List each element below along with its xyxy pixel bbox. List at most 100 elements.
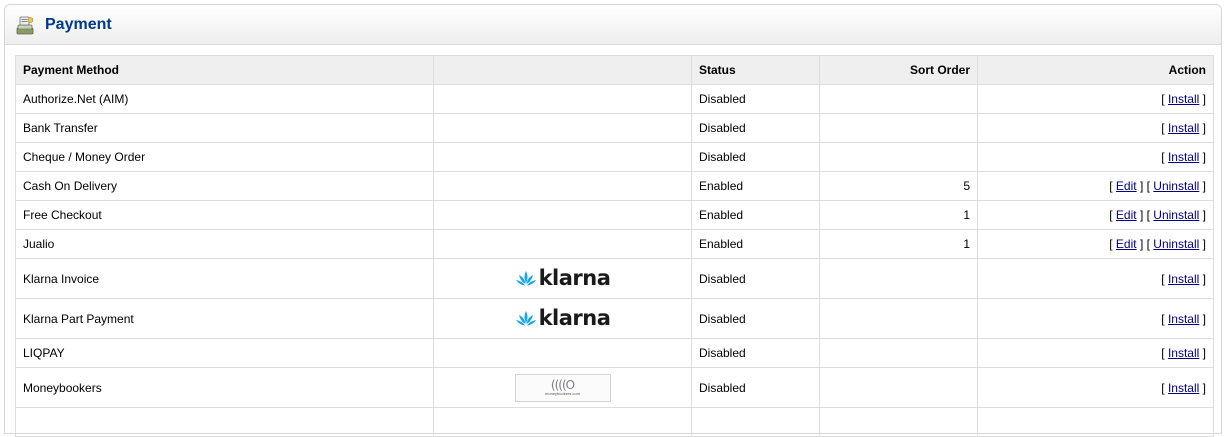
sort-order-cell [819, 298, 978, 339]
payment-method-logo-cell [433, 407, 692, 437]
sort-order-cell [819, 84, 978, 114]
uninstall-link[interactable]: Uninstall [1153, 237, 1199, 251]
install-link[interactable]: Install [1168, 381, 1199, 395]
payment-method-name: Klarna Part Payment [15, 298, 434, 339]
payment-method-name: Free Checkout [15, 200, 434, 230]
install-link[interactable]: Install [1168, 150, 1199, 164]
klarna-logo-text: klarna [538, 266, 611, 290]
status-cell: Disabled [691, 113, 820, 143]
action-cell [977, 407, 1214, 437]
payment-method-name: Moneybookers [15, 367, 434, 408]
table-row: LIQPAY Disabled [ Install ] [15, 338, 1214, 368]
edit-link[interactable]: Edit [1116, 237, 1137, 251]
payment-method-name: Klarna Invoice [15, 258, 434, 299]
action-cell: [ Edit ] [ Uninstall ] [977, 200, 1214, 230]
status-cell: Disabled [691, 338, 820, 368]
table-row: Cheque / Money Order Disabled [ Install ] [15, 142, 1214, 172]
moneybookers-logo: ((((O moneybookers.com [514, 373, 611, 402]
payment-method-logo-cell: klarna [433, 258, 692, 299]
table-row [15, 407, 1214, 437]
klarna-logo: klarna [514, 305, 611, 332]
payment-method-logo-cell: klarna [433, 298, 692, 339]
column-header-logo [433, 55, 692, 85]
payment-method-name: Authorize.Net (AIM) [15, 84, 434, 114]
payment-method-logo-cell [433, 142, 692, 172]
sort-order-cell [819, 142, 978, 172]
panel-heading: Payment [5, 5, 1221, 45]
sort-order-cell: 1 [819, 200, 978, 230]
payment-panel: Payment Payment Method Status Sort Order… [4, 4, 1222, 437]
action-cell: [ Install ] [977, 367, 1214, 408]
sort-order-cell [819, 258, 978, 299]
payment-methods-table: Payment Method Status Sort Order Action … [15, 55, 1214, 437]
column-header-payment-method[interactable]: Payment Method [15, 55, 434, 85]
klarna-logo-text: klarna [538, 306, 611, 330]
status-cell: Disabled [691, 258, 820, 299]
status-cell: Enabled [691, 200, 820, 230]
payment-method-name: Bank Transfer [15, 113, 434, 143]
table-row: Cash On Delivery Enabled 5[ Edit ] [ Unins… [15, 171, 1214, 201]
payment-method-logo-cell [433, 338, 692, 368]
sort-order-cell [819, 407, 978, 437]
install-link[interactable]: Install [1168, 346, 1199, 360]
payment-method-name: LIQPAY [15, 338, 434, 368]
payment-method-logo-cell: ((((O moneybookers.com [433, 367, 692, 408]
payment-method-name [15, 407, 434, 437]
payment-method-name: Cheque / Money Order [15, 142, 434, 172]
klarna-logo: klarna [514, 265, 611, 292]
table-row: Authorize.Net (AIM) Disabled [ Install ] [15, 84, 1214, 114]
payment-method-logo-cell [433, 84, 692, 114]
payment-method-logo-cell [433, 229, 692, 259]
install-link[interactable]: Install [1168, 272, 1199, 286]
table-body: Authorize.Net (AIM) Disabled[ Install ] Ba… [15, 84, 1214, 437]
action-cell: [ Install ] [977, 113, 1214, 143]
uninstall-link[interactable]: Uninstall [1153, 208, 1199, 222]
payment-method-logo-cell [433, 171, 692, 201]
column-header-sort-order[interactable]: Sort Order [819, 55, 978, 85]
edit-link[interactable]: Edit [1116, 179, 1137, 193]
action-cell: [ Install ] [977, 258, 1214, 299]
sort-order-cell: 5 [819, 171, 978, 201]
sort-order-cell [819, 367, 978, 408]
uninstall-link[interactable]: Uninstall [1153, 179, 1199, 193]
install-link[interactable]: Install [1168, 121, 1199, 135]
action-cell: [ Edit ] [ Uninstall ] [977, 229, 1214, 259]
sort-order-cell [819, 113, 978, 143]
payment-icon [16, 16, 34, 34]
action-cell: [ Edit ] [ Uninstall ] [977, 171, 1214, 201]
action-cell: [ Install ] [977, 298, 1214, 339]
status-cell: Enabled [691, 229, 820, 259]
action-cell: [ Install ] [977, 84, 1214, 114]
status-cell: Disabled [691, 142, 820, 172]
edit-link[interactable]: Edit [1116, 208, 1137, 222]
install-link[interactable]: Install [1168, 92, 1199, 106]
payment-method-logo-cell [433, 113, 692, 143]
table-header-row: Payment Method Status Sort Order Action [15, 55, 1214, 85]
status-cell: Disabled [691, 367, 820, 408]
sort-order-cell [819, 338, 978, 368]
status-cell: Disabled [691, 84, 820, 114]
install-link[interactable]: Install [1168, 312, 1199, 326]
page-title: Payment [45, 15, 112, 33]
moneybookers-rings-icon: ((((O [550, 378, 575, 392]
table-row: Moneybookers ((((O moneybookers.com Disable… [15, 367, 1214, 408]
table-row: Bank Transfer Disabled [ Install ] [15, 113, 1214, 143]
action-cell: [ Install ] [977, 338, 1214, 368]
column-header-action: Action [977, 55, 1214, 85]
status-cell: Disabled [691, 298, 820, 339]
column-header-status[interactable]: Status [691, 55, 820, 85]
klarna-leaf-icon [515, 310, 536, 325]
action-cell: [ Install ] [977, 142, 1214, 172]
klarna-leaf-icon [515, 270, 536, 285]
status-cell [691, 407, 820, 437]
table-row: Free Checkout Enabled 1[ Edit ] [ Uninstal… [15, 200, 1214, 230]
table-row: Klarna Part Payment klarna Disabled [ Insta… [15, 298, 1214, 339]
payment-method-logo-cell [433, 200, 692, 230]
payment-method-name: Cash On Delivery [15, 171, 434, 201]
sort-order-cell: 1 [819, 229, 978, 259]
payment-method-name: Jualio [15, 229, 434, 259]
moneybookers-logo-text: moneybookers.com [545, 391, 580, 396]
table-row: Jualio Enabled 1[ Edit ] [ Uninstall ] [15, 229, 1214, 259]
status-cell: Enabled [691, 171, 820, 201]
table-row: Klarna Invoice klarna Disabled [ Install ] [15, 258, 1214, 299]
